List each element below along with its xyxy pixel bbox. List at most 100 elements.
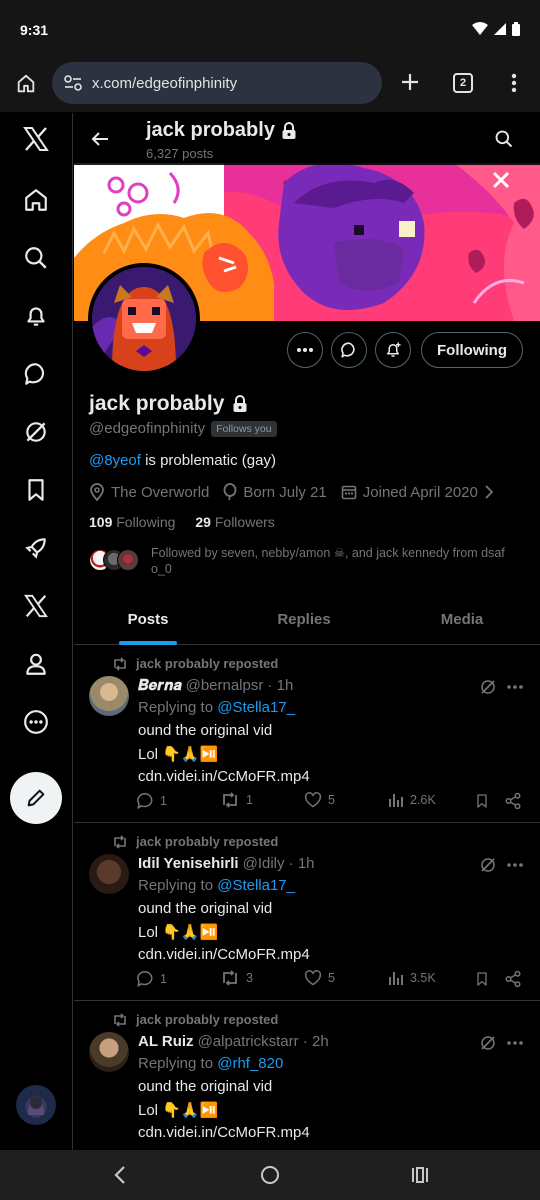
- message-button[interactable]: [331, 332, 367, 368]
- avatar[interactable]: [89, 1032, 129, 1072]
- repost-button[interactable]: 1: [220, 792, 253, 808]
- status-icons: [472, 22, 520, 36]
- following-stat[interactable]: 109 Following: [89, 514, 175, 530]
- location-pin-icon: [90, 483, 104, 501]
- chevron-left-icon: [114, 1166, 125, 1184]
- notify-button[interactable]: [375, 332, 411, 368]
- site-settings-icon[interactable]: [62, 72, 84, 94]
- bio-mention-link[interactable]: @8yeof: [89, 452, 141, 469]
- nav-grok[interactable]: [18, 414, 54, 450]
- post-more-button[interactable]: [504, 1032, 526, 1054]
- post-more-button[interactable]: [504, 854, 526, 876]
- replying-to-label: Replying to: [138, 1055, 218, 1072]
- reply-button[interactable]: 1: [136, 970, 167, 987]
- browser-menu-button[interactable]: [505, 70, 523, 96]
- post-link[interactable]: cdn.videi.in/CcMoFR.mp4: [138, 768, 310, 785]
- circle-home-icon: [261, 1166, 279, 1184]
- post-text-line: Lol 👇🙏⏯️: [138, 924, 219, 941]
- post-item[interactable]: jack probably reposted 𝑩𝒆𝒓𝒏𝒂 @bernalpsr …: [74, 646, 540, 823]
- share-button[interactable]: [504, 970, 522, 988]
- post-more-button[interactable]: [504, 676, 526, 698]
- views-button[interactable]: 2.6K: [388, 792, 436, 808]
- views-button[interactable]: 3.5K: [388, 970, 436, 986]
- nav-jobs[interactable]: [18, 530, 54, 566]
- lock-icon: [282, 121, 296, 139]
- rocket-icon: [25, 538, 46, 559]
- tab-switcher-button[interactable]: 2: [453, 73, 473, 93]
- following-button[interactable]: Following: [421, 332, 523, 368]
- profile-search-button[interactable]: [492, 127, 516, 151]
- reply-mention-link[interactable]: @Stella17_: [217, 699, 295, 716]
- more-horizontal-icon: [507, 863, 523, 867]
- bookmark-button[interactable]: [474, 970, 490, 988]
- system-recents-button[interactable]: [408, 1163, 432, 1187]
- replying-to: Replying to @Stella17_: [138, 699, 295, 716]
- status-bar: 9:31: [0, 0, 540, 60]
- tab-replies[interactable]: Replies: [229, 593, 379, 645]
- bookmark-icon: [477, 794, 487, 808]
- repost-count: 1: [246, 793, 253, 807]
- following-label: Following: [116, 514, 176, 530]
- followers-stat[interactable]: 29 Followers: [195, 514, 274, 530]
- account-avatar[interactable]: [16, 1085, 56, 1125]
- avatar[interactable]: [89, 854, 129, 894]
- display-name-text: jack probably: [89, 392, 225, 415]
- nav-home[interactable]: [18, 182, 54, 218]
- share-icon: [505, 970, 521, 988]
- system-nav-bar: [0, 1150, 540, 1200]
- reply-mention-link[interactable]: @rhf_820: [217, 1055, 283, 1072]
- post-handle-time: @bernalpsr · 1h: [185, 677, 294, 694]
- joined-item[interactable]: Joined April 2020: [341, 484, 494, 501]
- post-author-name[interactable]: AL Ruiz: [138, 1033, 194, 1050]
- calendar-icon: [341, 485, 357, 500]
- like-button[interactable]: 5: [304, 792, 335, 808]
- profile-avatar[interactable]: [88, 263, 200, 375]
- reply-icon: [137, 793, 153, 809]
- wifi-icon: [472, 22, 488, 35]
- reply-count: 1: [160, 793, 167, 808]
- reply-mention-link[interactable]: @Stella17_: [217, 877, 295, 894]
- nav-bookmarks[interactable]: [18, 472, 54, 508]
- system-home-button[interactable]: [258, 1163, 282, 1187]
- back-button[interactable]: [88, 127, 112, 151]
- x-logo-icon: [23, 127, 49, 151]
- share-button[interactable]: [504, 792, 522, 810]
- post-author-name[interactable]: 𝑩𝒆𝒓𝒏𝒂: [138, 677, 182, 694]
- home-icon: [17, 74, 35, 93]
- post-item[interactable]: jack probably reposted AL Ruiz @alpatric…: [74, 1002, 540, 1150]
- post-author-name[interactable]: Idil Yenisehirli: [138, 855, 239, 872]
- tab-media[interactable]: Media: [387, 593, 537, 645]
- nav-explore[interactable]: [18, 240, 54, 276]
- avatar[interactable]: [89, 676, 129, 716]
- post-item[interactable]: jack probably reposted Idil Yenisehirli …: [74, 824, 540, 1001]
- bookmark-button[interactable]: [474, 792, 490, 810]
- nav-more[interactable]: [18, 704, 54, 740]
- new-tab-button[interactable]: [398, 70, 422, 94]
- more-horizontal-icon: [507, 685, 523, 689]
- post-link[interactable]: cdn.videi.in/CcMoFR.mp4: [138, 1124, 310, 1141]
- system-back-button[interactable]: [108, 1163, 132, 1187]
- browser-toolbar: x.com/edgeofinphinity 2: [0, 60, 540, 112]
- grok-button[interactable]: [477, 676, 499, 698]
- repost-button[interactable]: 3: [220, 970, 253, 986]
- x-logo-link[interactable]: [18, 121, 54, 157]
- status-time: 9:31: [20, 22, 49, 38]
- nav-profile[interactable]: [18, 646, 54, 682]
- profile-more-button[interactable]: [287, 332, 323, 368]
- nav-notifications[interactable]: [18, 298, 54, 334]
- post-link[interactable]: cdn.videi.in/CcMoFR.mp4: [138, 946, 310, 963]
- nav-messages[interactable]: [18, 356, 54, 392]
- grok-icon: [481, 1036, 495, 1050]
- followed-by-row[interactable]: Followed by seven, nebby/amon ☠, and jac…: [89, 545, 529, 577]
- grok-button[interactable]: [477, 854, 499, 876]
- kebab-menu-icon: [511, 73, 517, 93]
- like-button[interactable]: 5: [304, 970, 335, 986]
- nav-premium[interactable]: [18, 588, 54, 624]
- grok-button[interactable]: [477, 1032, 499, 1054]
- compose-post-button[interactable]: [10, 772, 62, 824]
- reply-button[interactable]: 1: [136, 792, 167, 809]
- browser-home-button[interactable]: [12, 70, 40, 98]
- repost-icon: [114, 834, 126, 849]
- url-bar[interactable]: x.com/edgeofinphinity: [52, 62, 382, 104]
- tab-posts[interactable]: Posts: [74, 593, 222, 645]
